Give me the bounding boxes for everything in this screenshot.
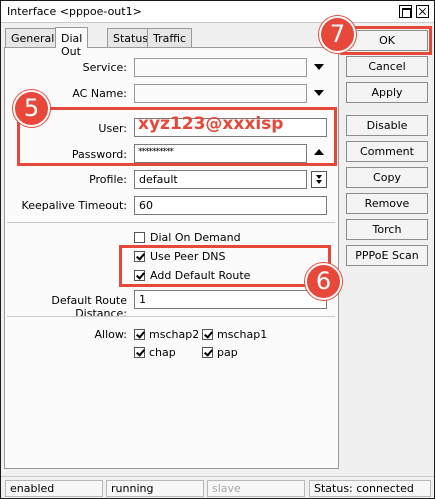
allow-mschap2-label: mschap2 [149, 328, 200, 341]
remove-button[interactable]: Remove [346, 193, 428, 214]
allow-pap-checkbox[interactable] [202, 347, 213, 358]
dial-on-demand-checkbox[interactable] [134, 232, 145, 243]
profile-field[interactable]: default [134, 170, 307, 189]
default-route-distance-field[interactable]: 1 [134, 290, 327, 309]
ac-name-field[interactable] [134, 84, 307, 103]
dns-route-highlight [119, 245, 331, 287]
allow-pap-label: pap [217, 346, 238, 359]
apply-button[interactable]: Apply [346, 82, 428, 103]
disable-button[interactable]: Disable [346, 115, 428, 136]
allow-mschap2-checkbox[interactable] [134, 329, 145, 340]
tab-dial-out[interactable]: Dial Out [55, 27, 89, 58]
annotation-badge-6: 6 [305, 263, 342, 300]
allow-mschap1-label: mschap1 [217, 328, 268, 341]
separator [7, 316, 335, 317]
keepalive-field[interactable]: 60 [134, 196, 327, 215]
status-running: running [106, 480, 204, 497]
torch-button[interactable]: Torch [346, 219, 428, 240]
title-bar[interactable]: Interface <pppoe-out1> [1, 1, 434, 23]
dial-on-demand-label: Dial On Demand [150, 231, 241, 244]
copy-button[interactable]: Copy [346, 167, 428, 188]
status-enabled: enabled [5, 480, 103, 497]
annotation-badge-7: 7 [319, 16, 356, 53]
annotation-badge-5: 5 [13, 90, 50, 127]
status-connection: Status: connected [309, 480, 431, 497]
profile-dropdown-icon[interactable] [311, 171, 327, 188]
comment-button[interactable]: Comment [346, 141, 428, 162]
ac-name-dropdown-icon[interactable] [314, 90, 324, 96]
status-slave: slave [207, 480, 305, 497]
separator [7, 222, 335, 223]
service-label: Service: [82, 61, 127, 74]
status-bar: enabled running slave Status: connected [1, 476, 434, 498]
profile-label: Profile: [89, 173, 127, 186]
service-field[interactable] [134, 58, 307, 77]
allow-label: Allow: [94, 328, 127, 341]
interface-dialog: Interface <pppoe-out1> General Dial Out … [0, 0, 435, 499]
credentials-highlight [17, 107, 337, 166]
keepalive-label: Keepalive Timeout: [21, 199, 127, 212]
cancel-button[interactable]: Cancel [346, 56, 428, 77]
tab-general[interactable]: General [5, 28, 61, 48]
pppoe-scan-button[interactable]: PPPoE Scan [346, 245, 428, 266]
tab-traffic[interactable]: Traffic [147, 28, 193, 48]
allow-chap-checkbox[interactable] [134, 347, 145, 358]
allow-mschap1-checkbox[interactable] [202, 329, 213, 340]
allow-chap-label: chap [149, 346, 176, 359]
window-title: Interface <pppoe-out1> [7, 5, 142, 18]
maximize-icon[interactable] [399, 5, 412, 18]
service-dropdown-icon[interactable] [314, 64, 324, 70]
close-icon[interactable] [416, 5, 429, 18]
